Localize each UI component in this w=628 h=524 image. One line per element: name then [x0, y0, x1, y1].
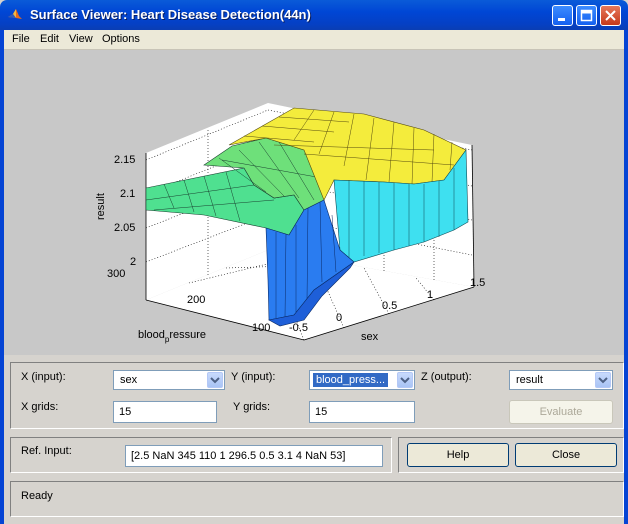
ref-input-field[interactable]: [2.5 NaN 345 110 1 296.5 0.5 3.1 4 NaN 5… — [125, 445, 383, 467]
z-tick-label: 2.05 — [114, 222, 135, 234]
maximize-icon — [580, 9, 593, 22]
y-input-select[interactable]: blood_press... — [309, 370, 415, 390]
y-grids-value: 15 — [315, 406, 328, 418]
x-input-label: X (input): — [21, 371, 66, 383]
z-output-value: result — [516, 374, 543, 386]
close-window-button[interactable] — [600, 5, 621, 26]
x-axis-label: sex — [361, 331, 379, 343]
minimize-icon — [558, 18, 565, 21]
x-grids-label: X grids: — [21, 401, 59, 413]
chevron-down-icon[interactable] — [397, 372, 413, 388]
y-tick-label: 100 — [252, 322, 270, 334]
menu-view[interactable]: View — [69, 33, 93, 45]
z-output-label: Z (output): — [421, 371, 472, 383]
close-icon — [605, 10, 616, 21]
ref-input-panel: Ref. Input: [2.5 NaN 345 110 1 296.5 0.5… — [10, 437, 392, 473]
x-tick-label: 0.5 — [382, 300, 397, 312]
z-tick-label: 2 — [130, 256, 136, 268]
axes-controls-panel: X (input): sex Y (input): blood_press...… — [10, 362, 624, 429]
x-tick-label: 1.5 — [470, 277, 485, 289]
y-axis-label: bloodpressure — [138, 329, 206, 344]
matlab-icon — [8, 9, 22, 19]
ref-input-value: [2.5 NaN 345 110 1 296.5 0.5 3.1 4 NaN 5… — [131, 450, 346, 462]
x-input-select[interactable]: sex — [113, 370, 225, 390]
chevron-down-icon[interactable] — [207, 372, 223, 388]
x-grids-value: 15 — [119, 406, 132, 418]
evaluate-button[interactable]: Evaluate — [509, 400, 613, 424]
menu-file[interactable]: File — [12, 33, 30, 45]
y-grids-field[interactable]: 15 — [309, 401, 415, 423]
x-tick-label: -0.5 — [289, 322, 308, 334]
surface-plot-area[interactable]: 2.15 2.1 2.05 2 result 300 200 100 blood… — [4, 50, 624, 355]
z-tick-label: 2.1 — [120, 188, 135, 200]
minimize-button[interactable] — [552, 5, 573, 26]
x-tick-label: 0 — [336, 312, 342, 324]
x-tick-label: 1 — [427, 289, 433, 301]
z-axis-label: result — [95, 193, 107, 220]
status-bar: Ready — [10, 481, 624, 517]
y-tick-label: 200 — [187, 294, 205, 306]
action-buttons-panel: Help Close — [398, 437, 624, 473]
y-grids-label: Y grids: — [233, 401, 271, 413]
y-tick-label: 300 — [107, 268, 125, 280]
surface-plot[interactable]: 2.15 2.1 2.05 2 result 300 200 100 blood… — [4, 50, 624, 355]
status-text: Ready — [21, 490, 53, 502]
menu-options[interactable]: Options — [102, 33, 140, 45]
window-frame-right — [624, 30, 628, 524]
x-grids-field[interactable]: 15 — [113, 401, 217, 423]
z-tick-label: 2.15 — [114, 154, 135, 166]
z-output-select[interactable]: result — [509, 370, 613, 390]
chevron-down-icon[interactable] — [595, 372, 611, 388]
ref-input-label: Ref. Input: — [21, 445, 72, 457]
menu-edit[interactable]: Edit — [40, 33, 59, 45]
y-input-label: Y (input): — [231, 371, 276, 383]
window-title: Surface Viewer: Heart Disease Detection(… — [30, 7, 311, 22]
help-button[interactable]: Help — [407, 443, 509, 467]
close-button[interactable]: Close — [515, 443, 617, 467]
menu-bar: File Edit View Options — [4, 30, 624, 50]
maximize-button[interactable] — [576, 5, 597, 26]
x-input-value: sex — [120, 374, 138, 386]
y-input-value: blood_press... — [313, 373, 389, 387]
title-bar[interactable]: Surface Viewer: Heart Disease Detection(… — [0, 0, 628, 30]
